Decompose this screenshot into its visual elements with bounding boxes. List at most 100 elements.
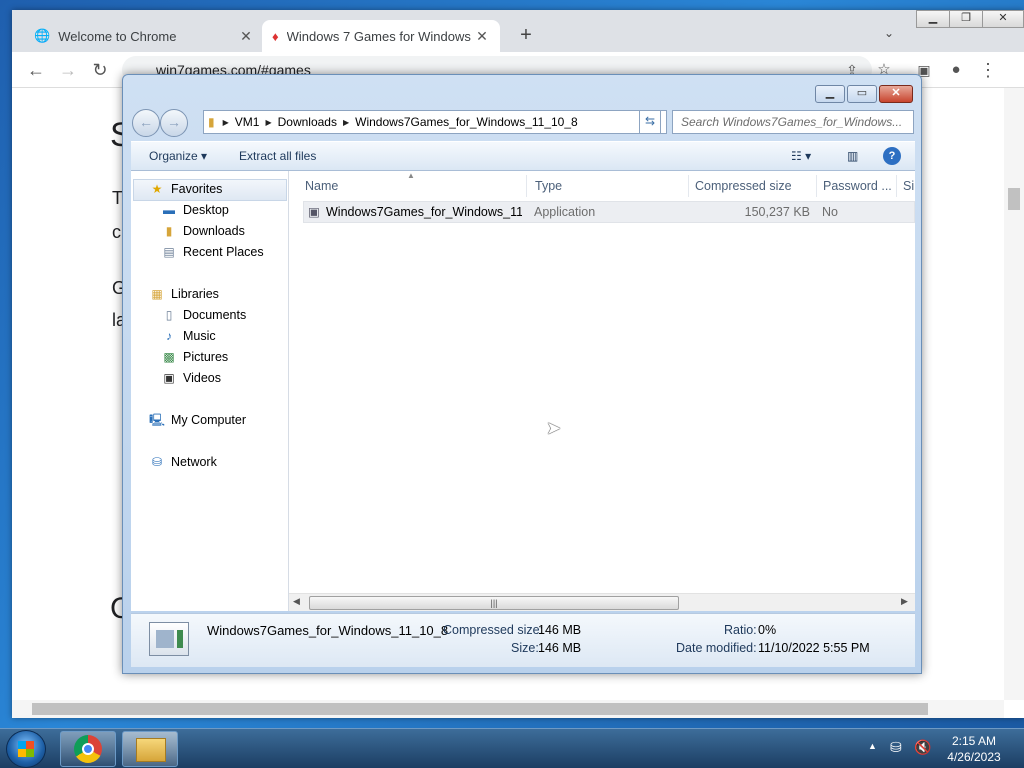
site-favicon-icon: ♦ <box>272 28 279 44</box>
close-button[interactable]: ✕ <box>982 10 1024 28</box>
clock[interactable]: 2:15 AM 4/26/2023 <box>938 733 1010 765</box>
clock-date: 4/26/2023 <box>947 750 1001 764</box>
minimize-button[interactable]: ▁ <box>916 10 950 28</box>
page-horizontal-scrollbar[interactable] <box>12 700 1004 718</box>
tab-search-icon[interactable]: ⌄ <box>884 26 894 40</box>
music-icon: ♪ <box>166 329 172 343</box>
close-tab-icon[interactable]: ✕ <box>238 28 254 45</box>
computer-icon: 🖳 <box>149 413 166 427</box>
chrome-icon-center <box>82 743 94 755</box>
globe-icon: 🌐 <box>34 28 51 43</box>
column-header-password[interactable]: Password ... <box>817 175 897 197</box>
desktop-icon: ▬ <box>163 203 175 217</box>
scroll-left-icon[interactable]: ◀ <box>293 596 300 607</box>
breadcrumb-item[interactable]: Downloads <box>278 115 337 129</box>
scroll-right-icon[interactable]: ▶ <box>901 596 908 607</box>
details-size-label: Size: <box>511 641 539 655</box>
nav-videos[interactable]: ▣ Videos <box>161 371 221 385</box>
tab-win7games[interactable]: ♦ Windows 7 Games for Windows ✕ <box>262 20 500 52</box>
scroll-thumb[interactable] <box>32 703 928 715</box>
file-name: Windows7Games_for_Windows_11... <box>326 205 522 219</box>
libraries-icon: ▦ <box>151 287 163 301</box>
star-icon: ★ <box>151 182 163 196</box>
file-list-horizontal-scrollbar[interactable]: ◀ ||| ▶ <box>289 593 915 611</box>
details-ratio-value: 0% <box>758 623 777 637</box>
new-tab-button[interactable]: + <box>514 24 538 48</box>
restore-button[interactable]: ❐ <box>949 10 983 28</box>
taskbar-chrome-button[interactable] <box>60 731 116 767</box>
nav-pictures[interactable]: ▩ Pictures <box>161 350 228 364</box>
navigation-row: ← → ▮ ▶ VM1 ▶ Downloads ▶ Windows7Games_… <box>131 109 915 139</box>
mouse-cursor-icon: ➤ <box>546 418 562 438</box>
nav-libraries[interactable]: ▦ Libraries <box>149 287 219 301</box>
forward-icon[interactable]: → <box>56 60 80 82</box>
back-icon[interactable]: ← <box>24 60 48 82</box>
show-hidden-icons-icon[interactable]: ▲ <box>868 741 877 751</box>
file-compressed-size: 150,237 KB <box>744 205 810 219</box>
column-header-compressed-size[interactable]: Compressed size <box>689 175 817 197</box>
network-tray-icon[interactable]: ⛁ <box>890 739 902 756</box>
page-text-fragment: c <box>112 222 121 242</box>
help-icon[interactable]: ? <box>883 147 901 165</box>
minimize-button[interactable]: ▁ <box>815 85 845 103</box>
taskbar: ▲ ⛁ 🔇 2:15 AM 4/26/2023 <box>0 728 1024 768</box>
nav-my-computer[interactable]: 🖳 My Computer <box>149 413 246 427</box>
breadcrumb-item[interactable]: Windows7Games_for_Windows_11_10_8 <box>355 115 578 129</box>
folder-icon: ▮ <box>208 115 215 129</box>
breadcrumb-separator-icon[interactable]: ▶ <box>223 118 229 127</box>
tab-title: Welcome to Chrome <box>58 28 177 44</box>
scroll-thumb[interactable] <box>1008 188 1020 210</box>
details-file-name: Windows7Games_for_Windows_11_10_8 <box>207 623 449 638</box>
reload-icon[interactable]: ↻ <box>88 60 112 82</box>
network-icon: ⛁ <box>151 455 163 469</box>
column-header-type[interactable]: Type <box>529 175 689 197</box>
column-header-size[interactable]: Si <box>897 175 915 197</box>
tab-strip: 🌐 Welcome to Chrome ✕ ♦ Windows 7 Games … <box>12 10 1024 52</box>
documents-icon: ▯ <box>165 308 173 322</box>
nav-network[interactable]: ⛁ Network <box>149 455 217 469</box>
volume-muted-icon[interactable]: 🔇 <box>914 739 931 756</box>
search-input[interactable]: Search Windows7Games_for_Windows... <box>672 110 914 134</box>
start-button[interactable] <box>6 730 46 768</box>
explorer-window: ▁ ▭ ✕ ← → ▮ ▶ VM1 ▶ Downloads ▶ Windows7… <box>122 74 922 674</box>
close-button[interactable]: ✕ <box>879 85 913 103</box>
tab-welcome[interactable]: 🌐 Welcome to Chrome ✕ <box>24 20 264 52</box>
extract-all-button[interactable]: Extract all files <box>239 149 316 163</box>
close-tab-icon[interactable]: ✕ <box>474 28 490 45</box>
nav-documents[interactable]: ▯ Documents <box>161 308 247 322</box>
forward-icon[interactable]: → <box>160 109 188 137</box>
recent-places-icon: ▤ <box>163 245 175 259</box>
sort-ascending-icon: ▲ <box>407 171 415 180</box>
details-size-value: 146 MB <box>538 641 582 655</box>
chrome-icon <box>74 735 102 763</box>
nav-recent-places[interactable]: ▤ Recent Places <box>161 245 263 259</box>
details-compressed-value: 146 MB <box>538 623 582 637</box>
profile-icon[interactable]: ● <box>944 60 968 82</box>
address-bar[interactable]: ▮ ▶ VM1 ▶ Downloads ▶ Windows7Games_for_… <box>203 110 667 134</box>
menu-icon[interactable]: ⋮ <box>976 60 1000 82</box>
taskbar-explorer-button[interactable] <box>122 731 178 767</box>
details-modified-value: 11/10/2022 5:55 PM <box>758 641 870 655</box>
refresh-icon[interactable]: ⇆ <box>639 110 661 134</box>
downloads-folder-icon: ▮ <box>165 224 173 238</box>
preview-pane-icon[interactable]: ▥ <box>847 149 858 163</box>
breadcrumb-separator-icon[interactable]: ▶ <box>265 118 271 127</box>
organize-button[interactable]: Organize ▾ <box>149 149 207 163</box>
application-icon: ▣ <box>308 205 320 219</box>
maximize-button[interactable]: ▭ <box>847 85 877 103</box>
file-row[interactable]: ▣ Windows7Games_for_Windows_11... Applic… <box>303 201 915 223</box>
details-ratio-label: Ratio: <box>724 623 757 637</box>
details-pane: Windows7Games_for_Windows_11_10_8 Compre… <box>131 613 915 667</box>
nav-desktop[interactable]: ▬ Desktop <box>161 203 229 217</box>
view-options-icon[interactable]: ☷ ▾ <box>791 149 811 163</box>
breadcrumb-separator-icon[interactable]: ▶ <box>343 118 349 127</box>
back-icon[interactable]: ← <box>132 109 160 137</box>
nav-favorites[interactable]: ★ Favorites <box>149 182 223 196</box>
breadcrumb-item[interactable]: VM1 <box>235 115 260 129</box>
scroll-thumb[interactable]: ||| <box>309 596 679 610</box>
details-modified-label: Date modified: <box>676 641 757 655</box>
file-type: Application <box>534 205 596 219</box>
page-vertical-scrollbar[interactable] <box>1004 88 1024 700</box>
nav-music[interactable]: ♪ Music <box>161 329 216 343</box>
nav-downloads[interactable]: ▮ Downloads <box>161 224 245 238</box>
